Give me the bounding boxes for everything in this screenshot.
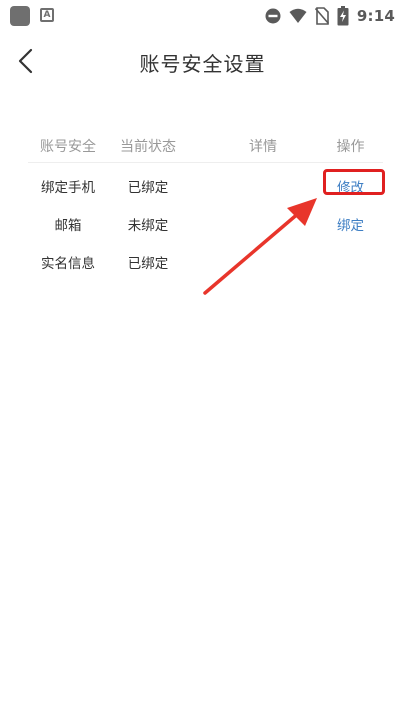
app-notification-icon	[10, 6, 30, 26]
row-status: 已绑定	[127, 256, 169, 272]
bind-email-link[interactable]: 绑定	[337, 214, 364, 234]
modify-phone-link[interactable]: 修改	[337, 176, 364, 196]
row-detail	[208, 167, 318, 205]
bind-email-cell: 绑定	[318, 205, 383, 243]
status-time: 9:14	[356, 7, 395, 25]
row-status: 未绑定	[127, 218, 169, 234]
row-item-label: 邮箱	[54, 218, 82, 234]
table-row-phone: 绑定手机 已绑定 修改	[28, 167, 385, 205]
page-title: 账号安全设置	[139, 52, 266, 76]
realname-action-cell	[318, 243, 383, 281]
account-security-table: 账号安全 当前状态 详情 操作 绑定手机 已绑定 修改 邮箱 未绑定 绑定 实名…	[28, 130, 385, 281]
do-not-disturb-icon	[265, 8, 281, 24]
nav-bar: 账号安全设置	[0, 38, 405, 84]
header-account-security: 账号安全	[40, 139, 96, 155]
header-actions: 操作	[336, 139, 365, 155]
row-item-label: 绑定手机	[41, 180, 95, 196]
row-status: 已绑定	[127, 180, 169, 196]
status-icons: 9:14	[265, 5, 395, 27]
table-row-email: 邮箱 未绑定 绑定	[28, 205, 383, 243]
status-bar: A 9:14	[0, 0, 405, 32]
table-header-row: 账号安全 当前状态 详情 操作	[28, 130, 383, 163]
row-detail	[208, 243, 318, 281]
row-item-label: 实名信息	[41, 256, 95, 272]
a-notification-icon: A	[40, 8, 54, 22]
header-current-status: 当前状态	[120, 139, 176, 155]
battery-charging-icon	[337, 6, 349, 26]
table-row-realname: 实名信息 已绑定	[28, 243, 383, 281]
header-details: 详情	[249, 139, 277, 155]
row-detail	[208, 205, 318, 243]
wifi-icon	[289, 8, 307, 23]
no-sim-icon	[314, 7, 329, 25]
modify-phone-cell: 修改	[318, 167, 383, 205]
